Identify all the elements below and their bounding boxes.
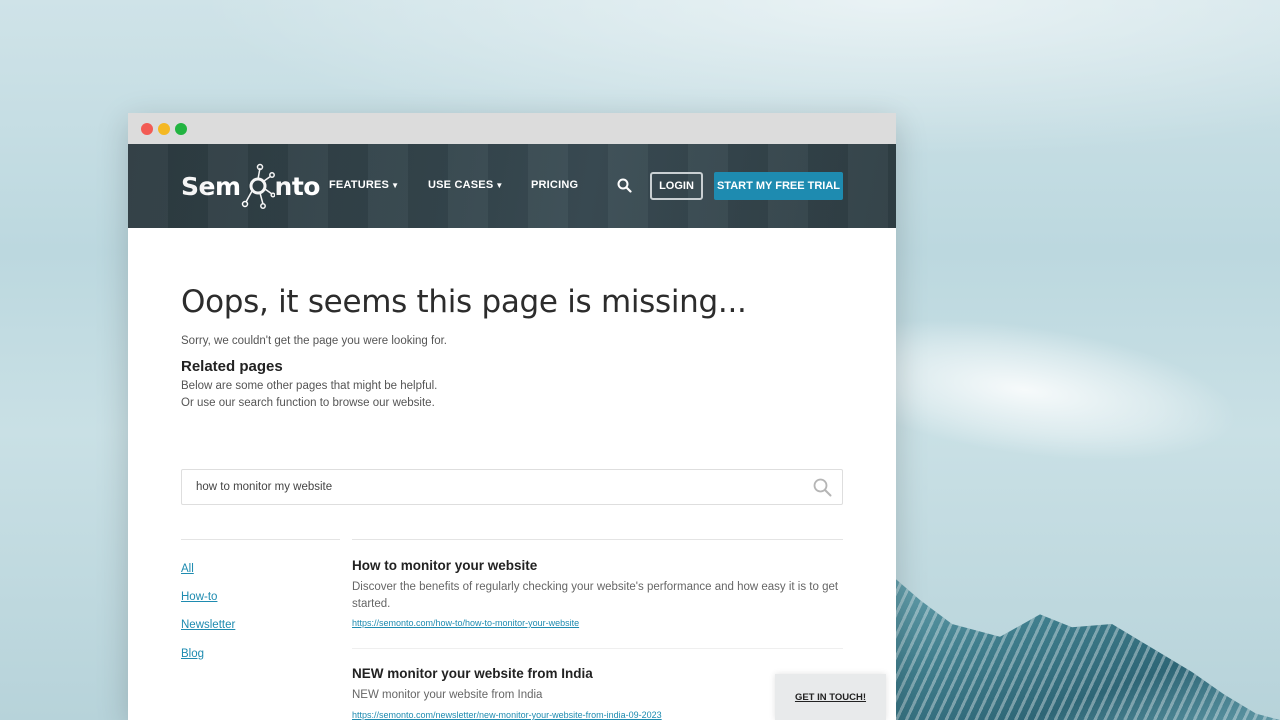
logo-text-left: Sem <box>181 171 241 201</box>
nav-features-label: FEATURES <box>329 179 390 191</box>
filter-blog[interactable]: Blog <box>181 648 204 660</box>
background-cloud-streak <box>872 305 1248 485</box>
related-pages-title: Related pages <box>181 358 283 375</box>
nav-features[interactable]: FEATURES ▼ <box>329 179 399 191</box>
search-icon <box>617 178 632 193</box>
window-close-button[interactable] <box>141 122 153 135</box>
get-in-touch-button[interactable]: GET IN TOUCH! <box>775 674 886 720</box>
nav-use-cases-label: USE CASES <box>428 179 494 191</box>
search-submit-button[interactable] <box>813 478 832 502</box>
caret-down-icon: ▼ <box>391 181 400 190</box>
nav-pricing[interactable]: PRICING <box>531 179 578 191</box>
error-message: Sorry, we couldn't get the page you were… <box>181 335 447 347</box>
background-mountain-snow <box>880 560 1280 720</box>
filter-how-to[interactable]: How-to <box>181 591 217 603</box>
filter-all[interactable]: All <box>181 563 194 575</box>
window-maximize-button[interactable] <box>175 122 187 135</box>
nav-search-button[interactable] <box>617 178 632 198</box>
caret-down-icon: ▼ <box>495 181 504 190</box>
result-separator <box>352 648 843 649</box>
filters-divider <box>181 539 340 540</box>
related-pages-search-hint: Or use our search function to browse our… <box>181 397 435 409</box>
filter-newsletter[interactable]: Newsletter <box>181 619 235 631</box>
login-button[interactable]: LOGIN <box>650 172 703 200</box>
result-description: NEW monitor your website from India <box>352 689 543 701</box>
logo-network-icon <box>241 163 275 209</box>
site-header: Sem nto FEATURES ▼ USE CASES ▼ PRICING L… <box>128 144 896 228</box>
search-icon <box>813 478 832 497</box>
related-pages-text: Below are some other pages that might be… <box>181 380 438 392</box>
result-url-link[interactable]: https://semonto.com/newsletter/new-monit… <box>352 710 662 720</box>
logo-text-right: nto <box>274 171 321 201</box>
start-free-trial-button[interactable]: START MY FREE TRIAL <box>714 172 843 200</box>
result-url-link[interactable]: https://semonto.com/how-to/how-to-monito… <box>352 618 579 628</box>
results-divider <box>352 539 843 540</box>
browser-window: Sem nto FEATURES ▼ USE CASES ▼ PRICING L… <box>128 113 896 720</box>
semonto-logo[interactable]: Sem nto <box>181 162 320 210</box>
window-minimize-button[interactable] <box>158 122 170 135</box>
result-title-link[interactable]: How to monitor your website <box>352 558 537 573</box>
result-description: Discover the benefits of regularly check… <box>352 581 839 610</box>
nav-use-cases[interactable]: USE CASES ▼ <box>428 179 504 191</box>
nav-pricing-label: PRICING <box>531 179 579 191</box>
search-input[interactable]: how to monitor my website <box>181 469 843 505</box>
result-title-link[interactable]: NEW monitor your website from India <box>352 666 593 681</box>
window-titlebar <box>128 113 896 144</box>
page-title: Oops, it seems this page is missing... <box>181 284 747 320</box>
search-input-value: how to monitor my website <box>196 481 333 493</box>
